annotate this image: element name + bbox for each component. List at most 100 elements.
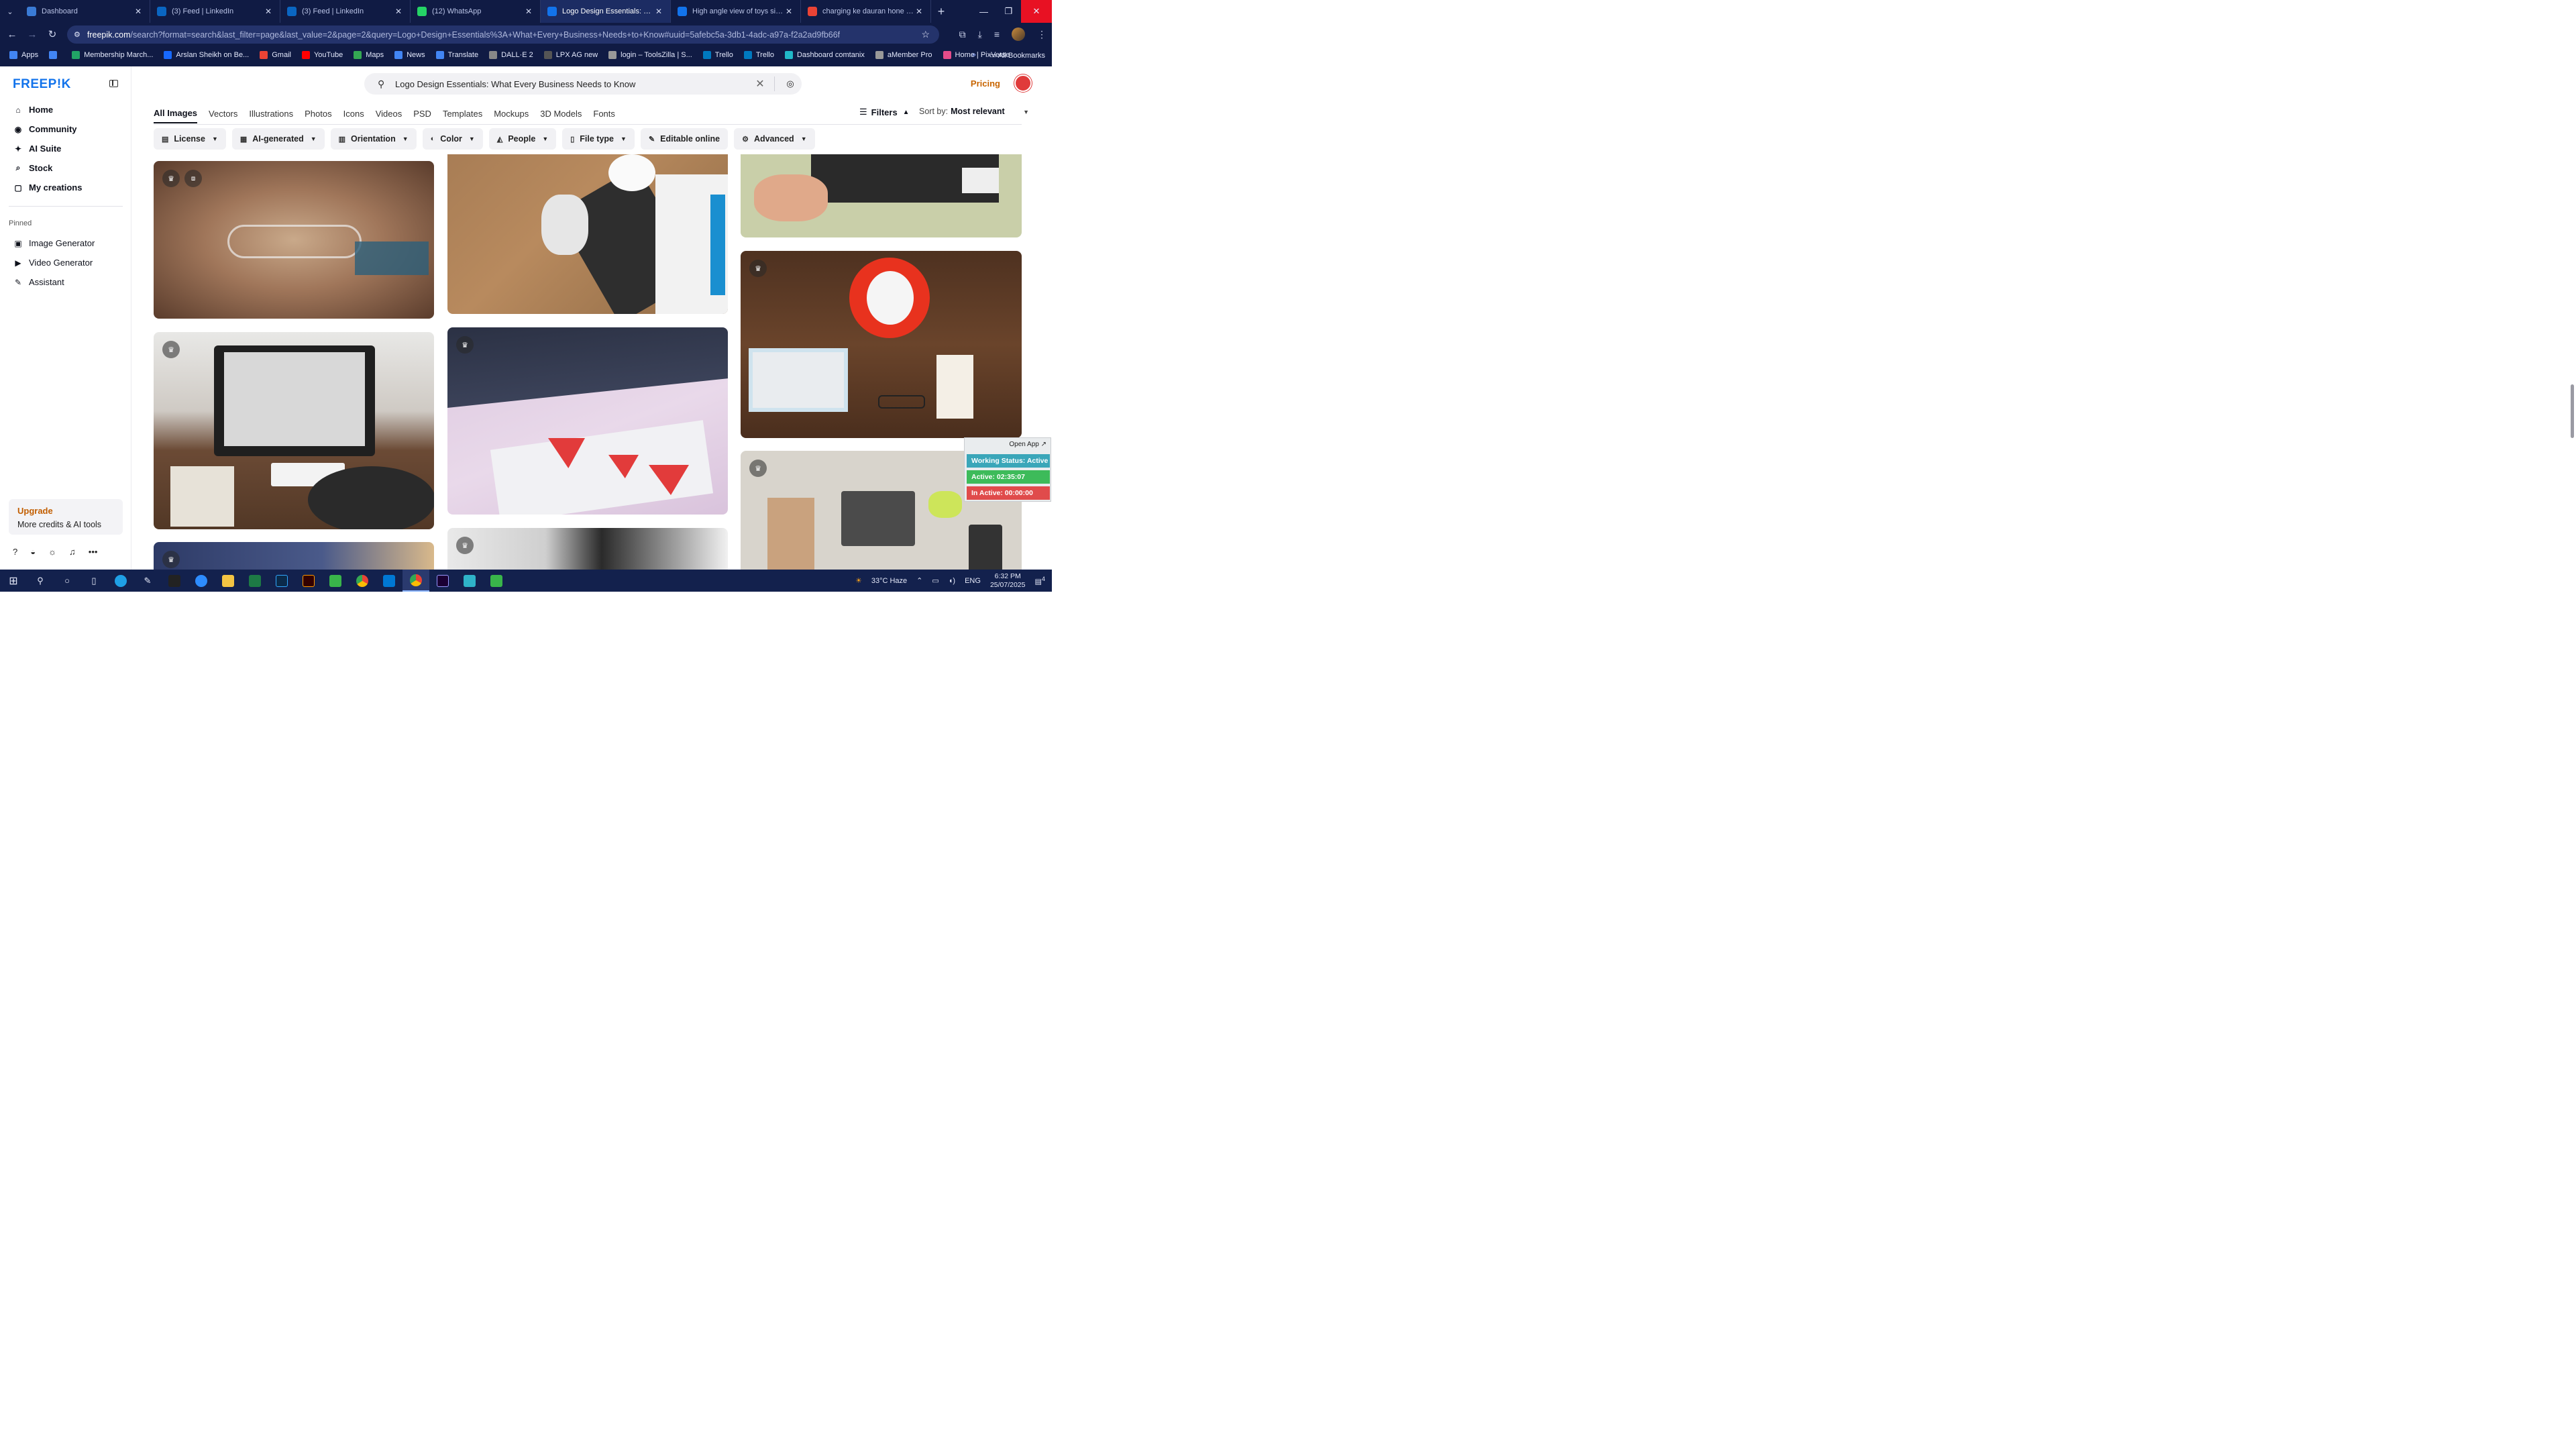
type-tab[interactable]: Videos — [376, 103, 402, 123]
chrome-active-icon[interactable] — [402, 570, 429, 592]
type-tab[interactable]: Photos — [305, 103, 331, 123]
site-info-icon[interactable]: ⚙ — [74, 30, 80, 39]
result-image[interactable]: ♛ — [447, 528, 728, 570]
chrome-icon[interactable] — [349, 570, 376, 592]
green-app-icon[interactable] — [483, 570, 510, 592]
search-icon[interactable]: ⚲ — [27, 570, 54, 592]
type-tab[interactable]: Mockups — [494, 103, 529, 123]
bookmark-star-icon[interactable]: ☆ — [921, 29, 930, 40]
close-tab-icon[interactable]: ✕ — [524, 7, 533, 16]
filter-chip[interactable]: ⚙ Advanced ▼ — [734, 128, 815, 150]
freepik-logo[interactable]: FREEP!K — [13, 77, 71, 92]
browser-tab[interactable]: High angle view of toys sign | Fr✕ — [671, 0, 801, 23]
type-tab[interactable]: Illustrations — [249, 103, 293, 123]
collapse-sidebar-icon[interactable] — [109, 80, 118, 87]
filter-chip[interactable]: ◭ People ▼ — [488, 128, 557, 150]
type-tab[interactable]: Templates — [443, 103, 482, 123]
close-tab-icon[interactable]: ✕ — [784, 7, 794, 16]
close-window-button[interactable]: ✕ — [1021, 0, 1052, 23]
clock[interactable]: 6:32 PM 25/07/2025 — [990, 572, 1026, 590]
terminal-icon[interactable] — [161, 570, 188, 592]
file-explorer-icon[interactable] — [215, 570, 241, 592]
reload-icon[interactable]: ↻ — [42, 24, 62, 44]
bookmark-item[interactable]: aMember Pro — [875, 51, 932, 59]
bookmark-item[interactable]: Arslan Sheikh on Be... — [164, 51, 249, 59]
bookmark-item[interactable]: Maps — [354, 51, 384, 59]
result-image[interactable]: ♛ ⧈ — [154, 161, 434, 319]
filter-chip[interactable]: ▥ Orientation ▼ — [330, 128, 417, 150]
app-icon[interactable] — [456, 570, 483, 592]
open-app-link[interactable]: Open App ↗ — [1009, 441, 1046, 448]
pen-icon[interactable]: ✎ — [134, 570, 161, 592]
vscode-icon[interactable] — [376, 570, 402, 592]
close-tab-icon[interactable]: ✕ — [654, 7, 663, 16]
profile-avatar[interactable] — [1012, 28, 1025, 41]
search-bar[interactable]: ⚲ Logo Design Essentials: What Every Bus… — [364, 73, 802, 95]
search-input[interactable]: Logo Design Essentials: What Every Busin… — [395, 79, 750, 89]
close-tab-icon[interactable]: ✕ — [264, 7, 273, 16]
address-bar[interactable]: ⚙ freepik.com/search?format=search&last_… — [67, 25, 939, 44]
type-tab[interactable]: Icons — [343, 103, 364, 123]
bookmark-item[interactable]: Translate — [435, 51, 478, 59]
filter-chip[interactable]: ✎ Editable online — [640, 128, 729, 150]
type-tab[interactable]: 3D Models — [540, 103, 582, 123]
close-tab-icon[interactable]: ✕ — [914, 7, 924, 16]
edge-icon[interactable] — [107, 570, 134, 592]
sort-dropdown[interactable]: Sort by: Most relevant ▼ — [919, 107, 1029, 116]
forward-icon[interactable]: → — [22, 24, 42, 44]
sidebar-item[interactable]: ◉ Community — [0, 119, 131, 139]
bookmark-item[interactable]: login – ToolsZilla | S... — [608, 51, 692, 59]
more-bookmarks-icon[interactable]: » — [972, 51, 976, 59]
browser-tab[interactable]: Logo Design Essentials: What Every✕ — [541, 0, 671, 23]
media-icon[interactable]: ≡ — [994, 29, 1000, 40]
browser-tab[interactable]: charging ke dauran hone ka use✕ — [801, 0, 931, 23]
illustrator-icon[interactable] — [295, 570, 322, 592]
notification-center-icon[interactable]: ▤4 — [1035, 576, 1046, 586]
bookmark-item[interactable]: Gmail — [260, 51, 291, 59]
language-indicator[interactable]: ENG — [965, 577, 981, 585]
all-bookmarks-button[interactable]: ▭ All Bookmarks — [989, 51, 1045, 60]
bookmark-item[interactable]: YouTube — [301, 51, 343, 59]
bookmark-item[interactable]: Apps — [9, 51, 38, 59]
sidebar-item[interactable]: ⌂ Home — [0, 100, 131, 119]
close-tab-icon[interactable]: ✕ — [133, 7, 143, 16]
filter-chip[interactable]: ◐ Color ▼ — [422, 128, 483, 150]
filter-chip[interactable]: ▤ License ▼ — [154, 128, 226, 150]
green-app-icon[interactable] — [322, 570, 349, 592]
browser-tab[interactable]: (12) WhatsApp ✕ — [411, 0, 541, 23]
filters-toggle[interactable]: ☰ Filters ▲ — [859, 107, 910, 117]
back-icon[interactable]: ← — [2, 24, 22, 44]
type-tab[interactable]: All Images — [154, 103, 198, 123]
download-icon[interactable]: ⤓ — [978, 29, 982, 40]
filter-chip[interactable]: ▦ AI-generated ▼ — [231, 128, 325, 150]
bookmark-item[interactable] — [49, 51, 61, 59]
bookmark-item[interactable]: Dashboard comtanix — [784, 51, 865, 59]
scrollbar-thumb[interactable] — [2571, 384, 2574, 438]
cortana-icon[interactable]: ○ — [54, 570, 80, 592]
pricing-link[interactable]: Pricing — [971, 78, 1000, 89]
browser-tab[interactable]: (3) Feed | LinkedIn ✕ — [280, 0, 411, 23]
filter-chip[interactable]: ▯ File type ▼ — [562, 128, 635, 150]
bookmark-item[interactable]: DALL·E 2 — [489, 51, 533, 59]
browser-tab[interactable]: Dashboard ✕ — [20, 0, 150, 23]
extensions-icon[interactable]: ⧉ — [959, 29, 966, 40]
bookmark-item[interactable]: Membership March... — [72, 51, 153, 59]
result-image[interactable]: ♛ — [741, 251, 1022, 438]
network-icon[interactable]: ▭ — [932, 576, 938, 585]
result-image[interactable] — [447, 154, 728, 314]
page-scrollbar[interactable] — [2571, 72, 2575, 569]
minimize-button[interactable]: — — [971, 0, 996, 23]
type-tab[interactable]: PSD — [413, 103, 431, 123]
result-image[interactable] — [741, 154, 1022, 237]
tray-chevron-icon[interactable]: ⌃ — [916, 576, 922, 585]
browser-tab[interactable]: (3) Feed | LinkedIn ✕ — [150, 0, 280, 23]
excel-icon[interactable] — [241, 570, 268, 592]
premiere-icon[interactable] — [429, 570, 456, 592]
tab-search-icon[interactable]: ⌄ — [0, 0, 20, 23]
menu-icon[interactable]: ⋮ — [1037, 29, 1046, 40]
start-icon[interactable]: ⊞ — [0, 570, 27, 592]
result-image[interactable]: ♛ — [447, 327, 728, 515]
bookmark-item[interactable]: Trello — [743, 51, 774, 59]
clear-search-icon[interactable]: ✕ — [750, 77, 770, 91]
result-image[interactable]: ♛ — [154, 332, 434, 529]
